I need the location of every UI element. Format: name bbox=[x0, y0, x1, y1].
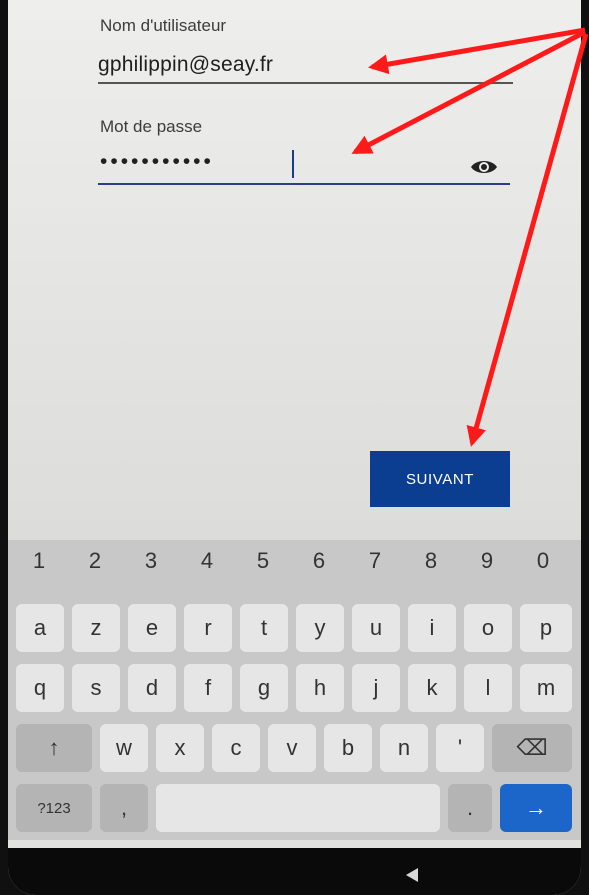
arrow-to-next-button bbox=[466, 33, 589, 447]
annotation-arrows bbox=[351, 27, 589, 447]
phone-frame: Nom d'utilisateur gphilippin@seay.fr Mot… bbox=[0, 0, 589, 895]
